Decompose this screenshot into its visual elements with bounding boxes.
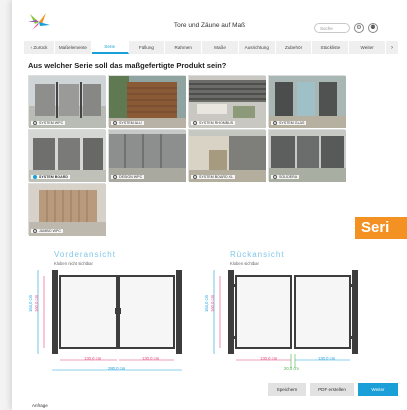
tab-masselemente[interactable]: Maßelemente xyxy=(55,41,92,54)
tab-fuellung[interactable]: Füllung xyxy=(129,41,166,54)
back-dim-gap: 20,0 cm xyxy=(284,366,299,371)
chevron-right-icon[interactable]: › xyxy=(386,41,400,54)
search-input[interactable]: Suche xyxy=(314,23,350,33)
radio-icon[interactable] xyxy=(193,175,197,179)
series-option: SYSTEM ALU xyxy=(111,121,144,125)
series-label: JUMBO WPC xyxy=(39,229,61,233)
back-label: Zurück xyxy=(33,45,48,50)
side-series-tab[interactable]: Seri xyxy=(355,217,407,239)
radio-icon[interactable] xyxy=(273,175,277,179)
tab-serie[interactable]: Serie xyxy=(91,41,129,54)
series-option: SYSTEM WPC xyxy=(31,121,66,125)
gear-icon[interactable]: ⚙ xyxy=(354,23,364,33)
front-dim-height-inner: 160,0 cm xyxy=(34,294,39,312)
series-label: SYSTEM ALU xyxy=(119,121,142,125)
back-gate-drawing xyxy=(213,270,358,368)
back-dim-left: 130,0 cm xyxy=(260,356,278,361)
series-label: SYSTEM BOARD XL xyxy=(199,175,233,179)
series-card-system-rhombus[interactable]: SYSTEM RHOMBUS xyxy=(188,75,266,128)
top-bar: Tore und Zäune auf Maß Suche ⚙ ⚉ xyxy=(12,0,407,40)
series-card-system-board[interactable]: SYSTEM BOARD xyxy=(28,129,106,182)
configurator-page: Tore und Zäune auf Maß Suche ⚙ ⚉ ‹ Zurüc… xyxy=(12,0,407,410)
series-label: SYSTEM RHOMBUS xyxy=(199,121,234,125)
radio-icon[interactable] xyxy=(113,121,117,125)
footer-request-label: Anfrage xyxy=(32,403,48,408)
front-dim-total: 280,0 cm xyxy=(108,366,126,371)
series-card-design-wpc[interactable]: DESIGN WPC xyxy=(108,129,186,182)
back-button[interactable]: ‹ Zurück xyxy=(24,41,55,54)
series-option: JUMBO WPC xyxy=(31,229,63,233)
series-label: SYSTEM BOARD xyxy=(39,175,68,179)
tab-rahmen[interactable]: Rahmen xyxy=(165,41,203,54)
series-label: DESIGN WPC xyxy=(119,175,143,179)
step-tabs: ‹ Zurück Maßelemente Serie Füllung Rahme… xyxy=(24,41,400,54)
front-dim-left: 130,0 cm xyxy=(84,356,102,361)
series-label: SYSTEM GLAS xyxy=(279,121,305,125)
series-card-system-alu[interactable]: SYSTEM ALU xyxy=(108,75,186,128)
radio-icon[interactable] xyxy=(33,229,37,233)
radio-icon[interactable] xyxy=(33,175,37,179)
chevron-left-icon: ‹ xyxy=(30,45,33,50)
series-option: SOLIDERA xyxy=(271,175,300,179)
series-card-system-wpc[interactable]: SYSTEM WPC xyxy=(28,75,106,128)
next-button[interactable]: Weiter xyxy=(358,383,398,396)
user-icon[interactable]: ⚉ xyxy=(368,23,378,33)
series-card-jumbo-wpc[interactable]: JUMBO WPC xyxy=(28,183,106,236)
front-gate-drawing xyxy=(37,270,182,371)
series-card-solidera[interactable]: SOLIDERA xyxy=(268,129,346,182)
tab-stueckliste[interactable]: Stückliste xyxy=(312,41,350,54)
tab-ausrichtung[interactable]: Ausrichtung xyxy=(239,41,276,54)
save-button[interactable]: Speichern xyxy=(268,383,306,396)
series-card-system-glas[interactable]: SYSTEM GLAS xyxy=(268,75,346,128)
radio-icon[interactable] xyxy=(113,175,117,179)
tab-weiter[interactable]: Weiter xyxy=(349,41,387,54)
series-option: DESIGN WPC xyxy=(111,175,145,179)
tab-masse[interactable]: Maße xyxy=(202,41,239,54)
series-label: SYSTEM WPC xyxy=(39,121,64,125)
series-label: SOLIDERA xyxy=(279,175,298,179)
back-dim-right: 130,0 cm xyxy=(318,356,336,361)
series-card-system-board-xl[interactable]: SYSTEM BOARD XL xyxy=(188,129,266,182)
radio-icon[interactable] xyxy=(33,121,37,125)
front-dim-right: 130,0 cm xyxy=(142,356,160,361)
series-option: SYSTEM RHOMBUS xyxy=(191,121,236,125)
radio-icon[interactable] xyxy=(193,121,197,125)
pdf-button[interactable]: PDF erstellen xyxy=(310,383,354,396)
back-dim-height-inner: 160,0 cm xyxy=(210,294,215,312)
radio-icon[interactable] xyxy=(273,121,277,125)
series-option: SYSTEM BOARD xyxy=(31,175,70,179)
back-view-title: Rückansicht xyxy=(230,250,285,259)
back-dim-height-outer: 164,0 cm xyxy=(204,294,209,312)
series-option: SYSTEM BOARD XL xyxy=(191,175,235,179)
series-option: SYSTEM GLAS xyxy=(271,121,307,125)
front-dim-height-outer: 164,0 cm xyxy=(28,294,33,312)
series-question: Aus welcher Serie soll das maßgefertigte… xyxy=(28,61,227,70)
back-view-subtitle: Kloben sichtbar xyxy=(230,261,259,266)
tab-zubehoer[interactable]: Zubehör xyxy=(276,41,313,54)
front-view-title: Vorderansicht xyxy=(54,250,116,259)
front-view-subtitle: Kloben nicht sichtbar xyxy=(54,261,93,266)
